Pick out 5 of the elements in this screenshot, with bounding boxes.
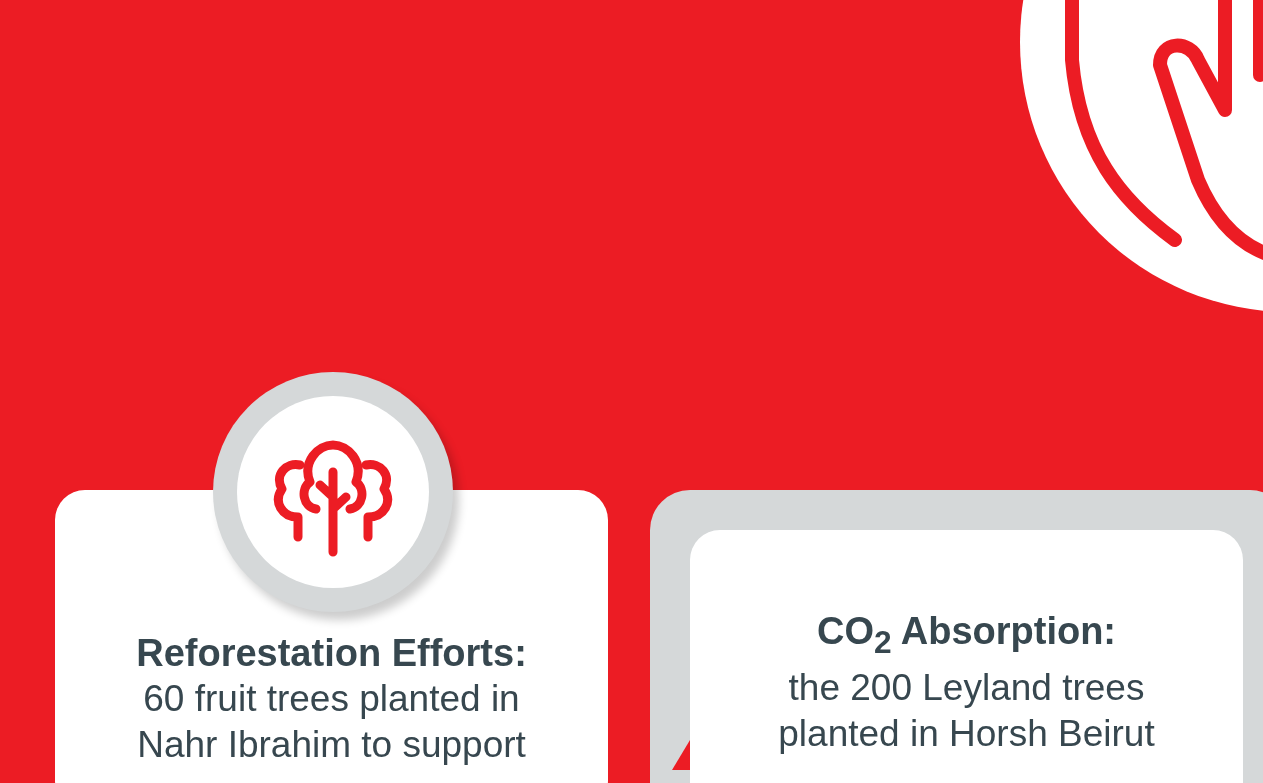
corner-decoration [672,740,690,770]
card-text: 60 fruit trees planted in Nahr Ibrahim to support [136,677,527,767]
card-text: the 200 Leyland trees planted in Horsh Beirut [777,665,1156,756]
card-heading: Reforestation Efforts: [135,631,528,676]
card-heading: CO$_{2}$ Absorption: [815,609,1117,662]
